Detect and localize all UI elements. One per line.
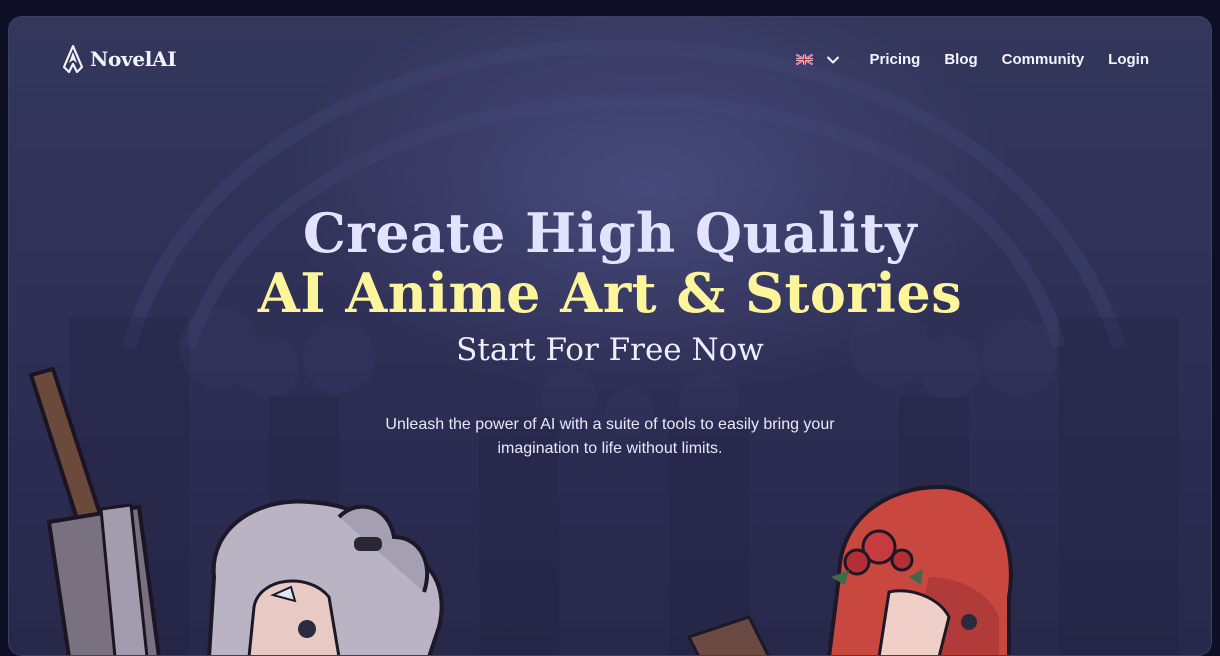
brand-logo-link[interactable]: NovelAI — [62, 45, 177, 73]
chevron-down-icon — [827, 56, 840, 63]
silver-haired-character — [207, 499, 444, 655]
nav-link-community[interactable]: Community — [1002, 51, 1085, 68]
nav-link-login[interactable]: Login — [1108, 51, 1149, 68]
nav-links: Pricing Blog Community Login — [796, 51, 1149, 68]
hero-title: Create High Quality AI Anime Art & Stori… — [9, 203, 1211, 323]
brand-name: NovelAI — [90, 47, 177, 71]
hero-description: Unleash the power of AI with a suite of … — [385, 416, 835, 457]
novelai-logo-icon — [62, 45, 84, 73]
hero-title-line-2: AI Anime Art & Stories — [257, 261, 963, 325]
red-haired-character — [827, 484, 1013, 655]
hero-section: NovelAI Pricing Blog Community Login Cre… — [8, 16, 1212, 656]
language-selector[interactable] — [796, 54, 840, 65]
hero-subtitle: Start For Free Now — [456, 332, 764, 368]
hero-title-line-1: Create High Quality — [302, 201, 918, 265]
top-navigation: NovelAI Pricing Blog Community Login — [9, 17, 1211, 105]
nav-link-pricing[interactable]: Pricing — [869, 51, 920, 68]
hero-content: Create High Quality AI Anime Art & Stori… — [9, 203, 1211, 461]
rose-hair-ornament — [831, 529, 923, 585]
nav-link-blog[interactable]: Blog — [944, 51, 977, 68]
uk-flag-icon — [796, 54, 814, 65]
